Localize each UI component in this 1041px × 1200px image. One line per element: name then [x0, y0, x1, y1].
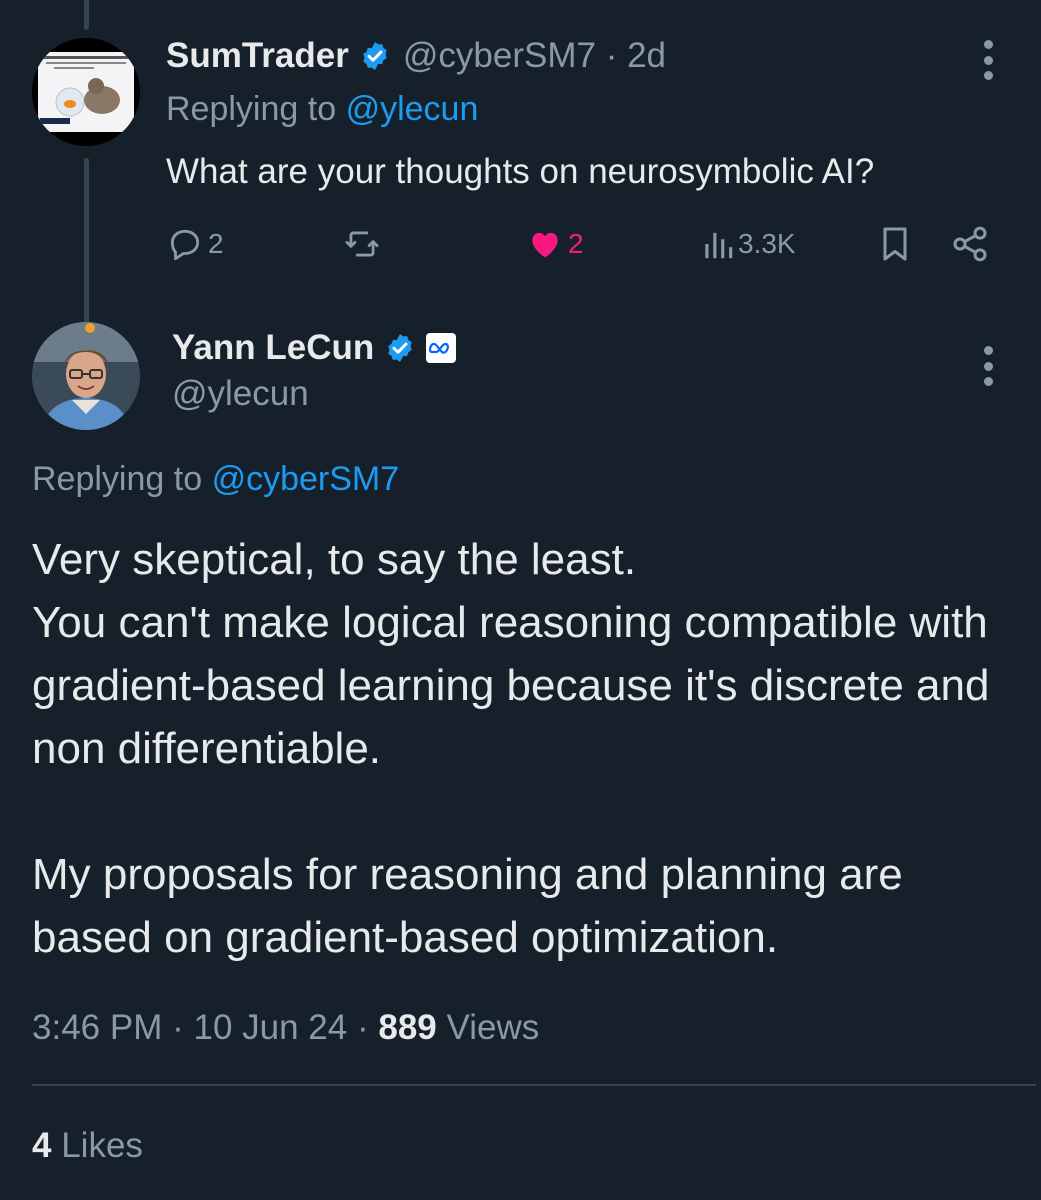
reply-handle-time: @cyberSM7 · 2d — [403, 36, 666, 76]
share-button[interactable] — [950, 222, 990, 266]
avatar-ylecun[interactable] — [32, 322, 140, 430]
divider — [32, 1084, 1036, 1086]
likes-count: 4 — [32, 1126, 52, 1165]
like-button[interactable]: 2 — [526, 222, 584, 266]
main-tweet-body: Very skeptical, to say the least. You ca… — [32, 528, 1022, 969]
reply-button[interactable]: 2 — [166, 222, 224, 266]
reply-count: 2 — [208, 228, 224, 259]
retweet-icon — [345, 231, 379, 257]
reply-time-ago[interactable]: 2d — [627, 36, 666, 75]
avatar-sumtrader[interactable] — [32, 38, 140, 146]
tweet-views-label: Views — [446, 1008, 540, 1047]
meta-separator: · — [356, 1008, 369, 1047]
bookmark-button[interactable] — [878, 222, 912, 266]
replying-to-line: Replying to @cyberSM7 — [32, 460, 399, 499]
tweet-thread-view: SumTrader @cyberSM7 · 2d Replying to @yl… — [0, 0, 1041, 1200]
body-line-3: My proposals for reasoning and planning … — [32, 850, 903, 962]
main-author-name[interactable]: Yann LeCun — [172, 328, 374, 368]
tweet-time[interactable]: 3:46 PM — [32, 1008, 162, 1047]
tweet-meta: 3:46 PM · 10 Jun 24 · 889 Views — [32, 1008, 539, 1048]
thread-line — [84, 158, 89, 326]
like-count: 2 — [568, 228, 584, 259]
replying-prefix: Replying to — [166, 90, 337, 128]
likes-stat[interactable]: 4 Likes — [32, 1126, 143, 1166]
verified-badge-icon — [359, 40, 391, 72]
views-icon — [705, 232, 733, 259]
thread-line-top — [84, 0, 89, 30]
likes-label: Likes — [61, 1126, 143, 1165]
reply-tweet-header: SumTrader @cyberSM7 · 2d — [166, 32, 666, 80]
time-separator: · — [605, 36, 618, 75]
bookmark-icon — [883, 227, 907, 261]
reply-icon — [170, 229, 200, 261]
tweet-views-count: 889 — [378, 1008, 437, 1047]
meta-logo-icon[interactable] — [426, 333, 457, 363]
body-line-1: Very skeptical, to say the least. — [32, 535, 637, 584]
replying-prefix: Replying to — [32, 460, 203, 498]
replying-to-line: Replying to @ylecun — [166, 90, 478, 129]
verified-badge-icon — [384, 332, 416, 364]
views-button[interactable]: 3.3K — [702, 222, 796, 266]
main-tweet-header: Yann LeCun — [172, 326, 457, 370]
reply-action-bar: 2 2 3.3K — [166, 222, 996, 266]
share-icon — [953, 226, 987, 262]
avatar-image — [32, 38, 140, 146]
main-handle[interactable]: @ylecun — [172, 374, 309, 414]
replying-to-mention[interactable]: @ylecun — [346, 90, 479, 128]
reply-handle[interactable]: @cyberSM7 — [403, 36, 596, 75]
meta-separator: · — [172, 1008, 184, 1047]
heart-icon — [532, 232, 558, 258]
more-icon[interactable] — [981, 40, 995, 80]
tweet-date[interactable]: 10 Jun 24 — [193, 1008, 347, 1047]
avatar-image — [32, 322, 140, 430]
views-count: 3.3K — [738, 228, 796, 259]
reply-tweet-text: What are your thoughts on neurosymbolic … — [166, 152, 875, 191]
body-line-2: You can't make logical reasoning compati… — [32, 598, 990, 773]
reply-author-name[interactable]: SumTrader — [166, 36, 349, 76]
more-icon[interactable] — [981, 346, 995, 386]
retweet-button[interactable] — [342, 222, 386, 266]
replying-to-mention[interactable]: @cyberSM7 — [212, 460, 400, 498]
